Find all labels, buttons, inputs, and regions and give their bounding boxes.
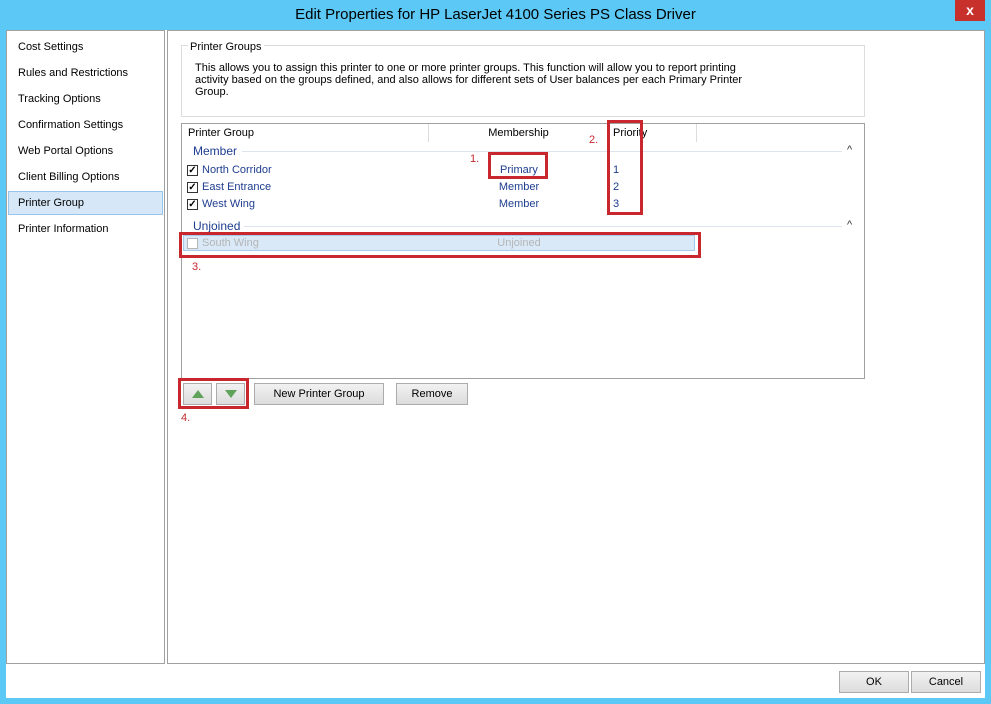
sidebar-item-confirmation-settings[interactable]: Confirmation Settings [8, 113, 163, 137]
annotation-label-1: 1. [470, 153, 480, 165]
close-button[interactable]: x [955, 0, 985, 21]
group-header-member[interactable]: Member [193, 144, 237, 158]
group-divider [244, 226, 842, 227]
sidebar-item-client-billing-options[interactable]: Client Billing Options [8, 165, 163, 189]
group-header-unjoined[interactable]: Unjoined [193, 219, 240, 233]
annotation-box-priority [607, 120, 643, 215]
sidebar-item-web-portal-options[interactable]: Web Portal Options [8, 139, 163, 163]
group-name: West Wing [202, 198, 255, 210]
sidebar-item-tracking-options[interactable]: Tracking Options [8, 87, 163, 111]
remove-button[interactable]: Remove [396, 383, 468, 405]
membership-value: Member [498, 198, 540, 210]
checkbox[interactable]: ✓ [187, 165, 198, 176]
title-bar[interactable]: Edit Properties for HP LaserJet 4100 Ser… [0, 0, 991, 30]
window-title: Edit Properties for HP LaserJet 4100 Ser… [295, 6, 696, 23]
sidebar-item-printer-information[interactable]: Printer Information [8, 217, 163, 241]
printer-group-panel: This allows you to assign this printer t… [167, 30, 985, 664]
column-header-membership[interactable]: Membership [429, 124, 609, 142]
dialog-client-area: Cost Settings Rules and Restrictions Tra… [6, 30, 985, 698]
printer-groups-groupbox: This allows you to assign this printer t… [181, 45, 865, 117]
printer-groups-description: This allows you to assign this printer t… [195, 62, 743, 98]
sidebar-item-cost-settings[interactable]: Cost Settings [8, 35, 163, 59]
annotation-box-primary [488, 152, 548, 179]
checkbox[interactable]: ✓ [187, 182, 198, 193]
annotation-box-unjoined-row [179, 232, 701, 258]
annotation-label-4: 4. [181, 412, 191, 424]
membership-value: Member [498, 181, 540, 193]
annotation-label-2: 2. [589, 134, 599, 146]
collapse-chevron-icon[interactable]: ^ [847, 219, 852, 231]
group-name: East Entrance [202, 181, 272, 193]
annotation-label-3: 3. [192, 261, 202, 273]
cancel-button[interactable]: Cancel [911, 671, 981, 693]
ok-button[interactable]: OK [839, 671, 909, 693]
annotation-box-arrows [178, 378, 249, 409]
collapse-chevron-icon[interactable]: ^ [847, 144, 852, 156]
sidebar-item-rules-and-restrictions[interactable]: Rules and Restrictions [8, 61, 163, 85]
settings-sidebar: Cost Settings Rules and Restrictions Tra… [6, 30, 165, 664]
printer-groups-label: Printer Groups [188, 41, 264, 53]
checkbox[interactable]: ✓ [187, 199, 198, 210]
dialog-window: Edit Properties for HP LaserJet 4100 Ser… [0, 0, 991, 704]
new-printer-group-button[interactable]: New Printer Group [254, 383, 384, 405]
column-header-printer-group[interactable]: Printer Group [182, 124, 429, 142]
group-name: North Corridor [202, 164, 272, 176]
sidebar-item-printer-group[interactable]: Printer Group [8, 191, 163, 215]
